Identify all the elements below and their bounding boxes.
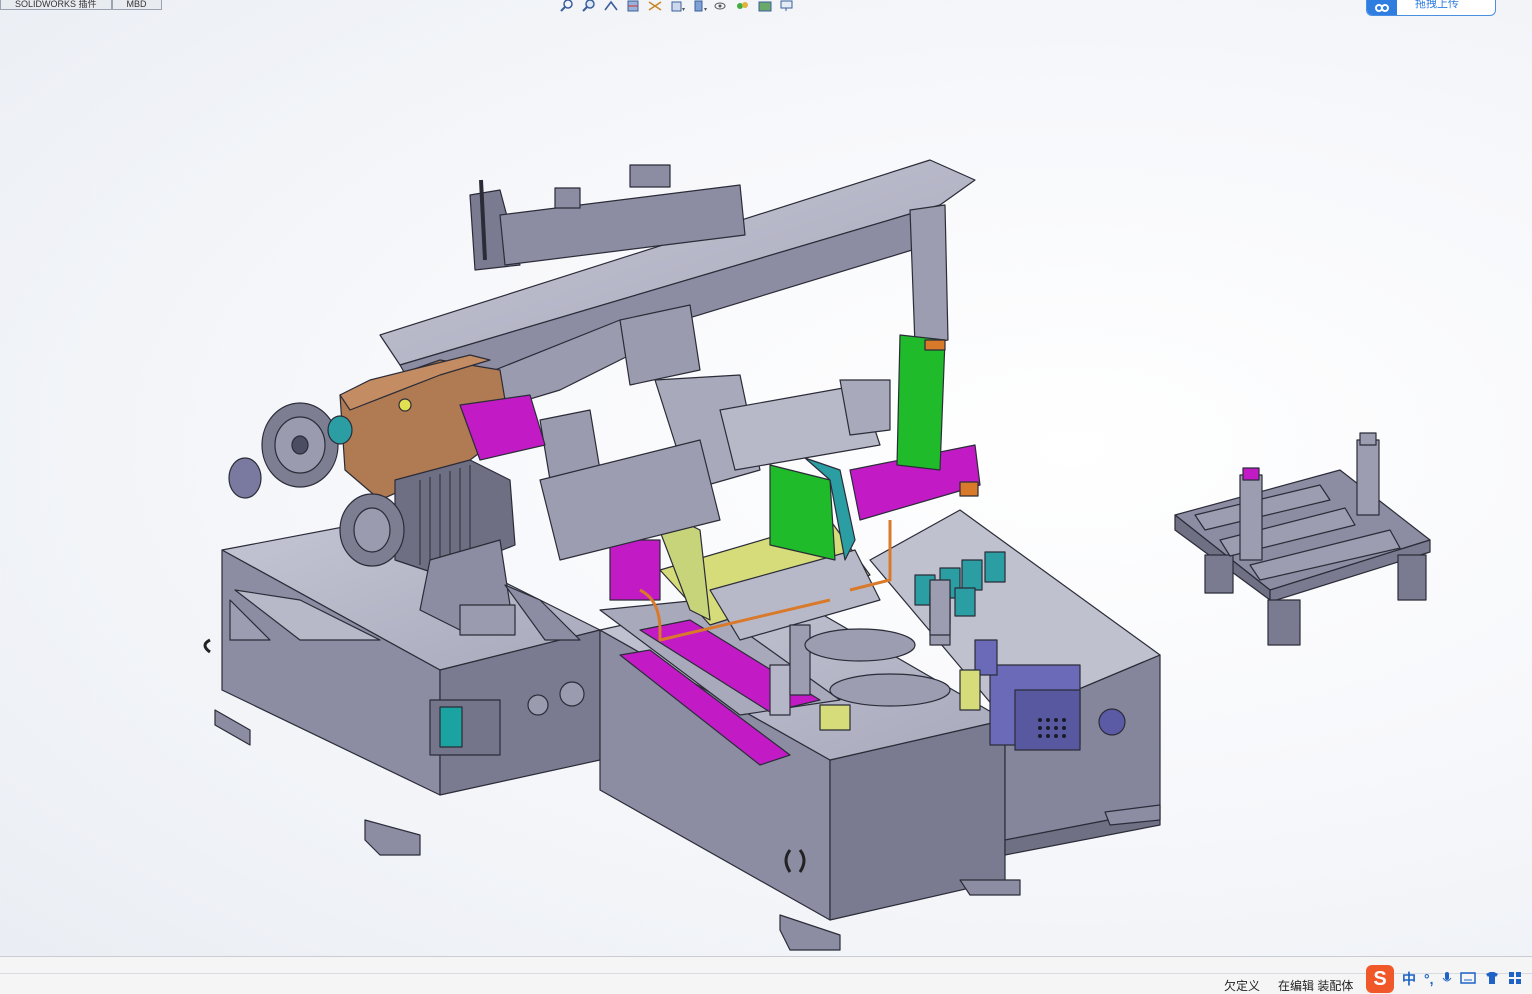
zoom-to-fit-icon[interactable] bbox=[558, 0, 576, 13]
ime-toolbar: S 中 °, bbox=[1366, 965, 1522, 993]
zoom-area-icon[interactable] bbox=[580, 0, 598, 13]
cloud-icon bbox=[1367, 0, 1397, 15]
top-toolbar-area: SOLIDWORKS 插件 MBD 拖拽上传 bbox=[0, 0, 1532, 16]
guide-column bbox=[909, 204, 949, 346]
sogou-logo-icon[interactable]: S bbox=[1366, 965, 1394, 993]
roller-table bbox=[1174, 432, 1431, 646]
shirt-icon[interactable] bbox=[1484, 971, 1500, 988]
command-manager-tabs: SOLIDWORKS 插件 MBD bbox=[0, 0, 162, 10]
apply-scene-icon[interactable] bbox=[756, 0, 774, 13]
graphics-viewport[interactable] bbox=[0, 14, 1532, 954]
green-vise-jaw bbox=[769, 464, 836, 561]
ime-language-toggle[interactable]: 中 bbox=[1402, 969, 1416, 989]
status-bar: 欠定义 在编辑 装配体 S 中 °, bbox=[0, 956, 1532, 994]
upload-label: 拖拽上传 bbox=[1415, 0, 1459, 10]
display-style-icon[interactable] bbox=[690, 0, 708, 13]
grid-icon[interactable] bbox=[1508, 971, 1522, 988]
bandsaw-assembly-model bbox=[203, 159, 1431, 951]
punctuation-icon[interactable]: °, bbox=[1424, 971, 1434, 987]
magenta-cylinder-left bbox=[609, 539, 661, 601]
status-definition: 欠定义 bbox=[1224, 979, 1261, 993]
status-edit-mode: 在编辑 装配体 bbox=[1278, 979, 1354, 993]
section-view-icon[interactable] bbox=[624, 0, 642, 13]
previous-view-icon[interactable] bbox=[602, 0, 620, 13]
edit-appearance-icon[interactable] bbox=[734, 0, 752, 13]
view-settings-icon[interactable] bbox=[778, 0, 796, 13]
dynamic-annotation-icon[interactable] bbox=[646, 0, 664, 13]
tab-solidworks-addins[interactable]: SOLIDWORKS 插件 bbox=[0, 0, 112, 10]
view-orientation-icon[interactable] bbox=[668, 0, 686, 13]
keyboard-icon[interactable] bbox=[1459, 971, 1476, 987]
green-column bbox=[896, 334, 946, 471]
status-separator bbox=[0, 973, 1532, 974]
mic-icon[interactable] bbox=[1442, 971, 1452, 988]
tab-mbd[interactable]: MBD bbox=[111, 0, 162, 10]
hide-show-items-icon[interactable] bbox=[712, 0, 730, 13]
heads-up-view-toolbar bbox=[558, 0, 796, 13]
